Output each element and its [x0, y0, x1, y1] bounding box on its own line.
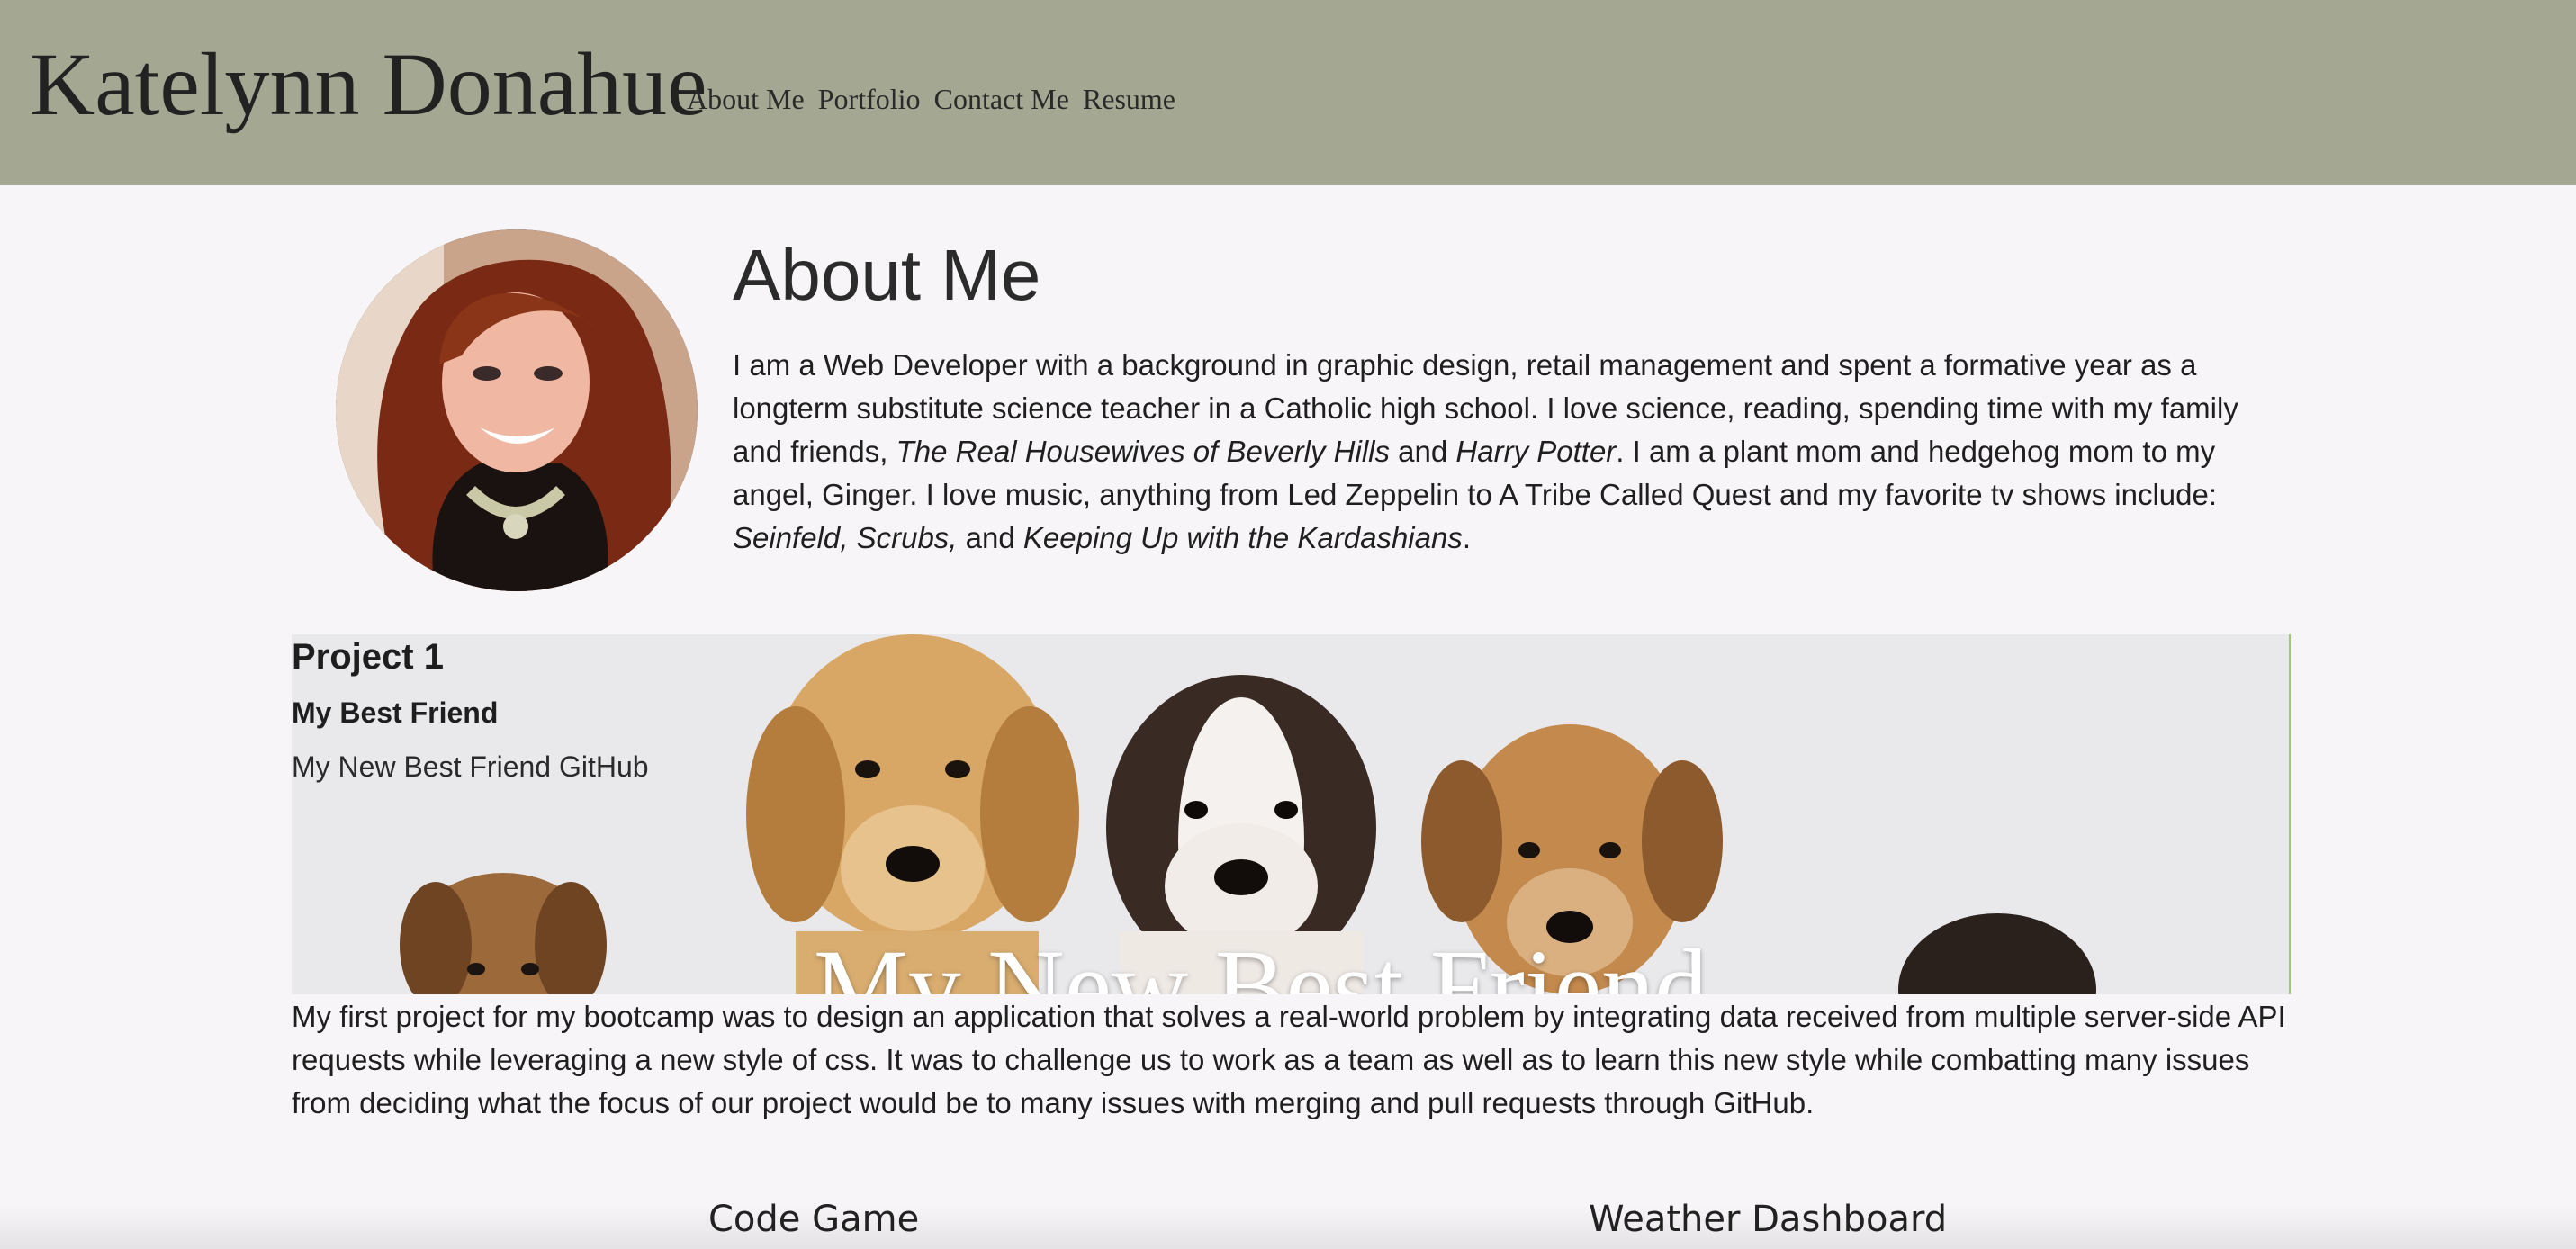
nav-resume[interactable]: Resume: [1083, 83, 1175, 115]
site-header: Katelynn Donahue About Me Portfolio Cont…: [0, 0, 2576, 185]
profile-photo-art: [336, 229, 698, 591]
main-nav: About Me Portfolio Contact Me Resume: [687, 83, 1184, 116]
show-title-kardashians: Keeping Up with the Kardashians: [1022, 521, 1463, 554]
site-title[interactable]: Katelynn Donahue: [30, 31, 707, 139]
project-image-caption: My New Best Friend: [814, 928, 1708, 994]
bottom-shadow: [0, 1206, 2576, 1249]
project-card: Project 1 My Best Friend My New Best Fri…: [292, 634, 2291, 994]
about-text-4: and: [957, 521, 1023, 554]
nav-portfolio[interactable]: Portfolio: [818, 83, 921, 115]
about-text-5: .: [1462, 521, 1472, 554]
project-github-link[interactable]: My New Best Friend GitHub: [292, 744, 649, 789]
puppy-left: [400, 873, 607, 994]
project-description: My first project for my bootcamp was to …: [292, 1000, 2286, 1119]
about-paragraph: I am a Web Developer with a background i…: [733, 344, 2263, 560]
nav-contact-me[interactable]: Contact Me: [934, 83, 1069, 115]
about-text-2: and: [1390, 435, 1456, 468]
show-title-housewives: The Real Housewives of Beverly Hills: [896, 435, 1390, 468]
book-title-harry-potter: Harry Potter: [1455, 435, 1617, 468]
project-number: Project 1: [292, 637, 444, 677]
show-titles-seinfeld-scrubs: Seinfeld, Scrubs,: [733, 521, 958, 554]
profile-photo: [336, 229, 698, 591]
nav-about-me[interactable]: About Me: [687, 83, 805, 115]
project-name: My Best Friend: [292, 696, 499, 729]
about-heading: About Me: [733, 235, 1041, 315]
